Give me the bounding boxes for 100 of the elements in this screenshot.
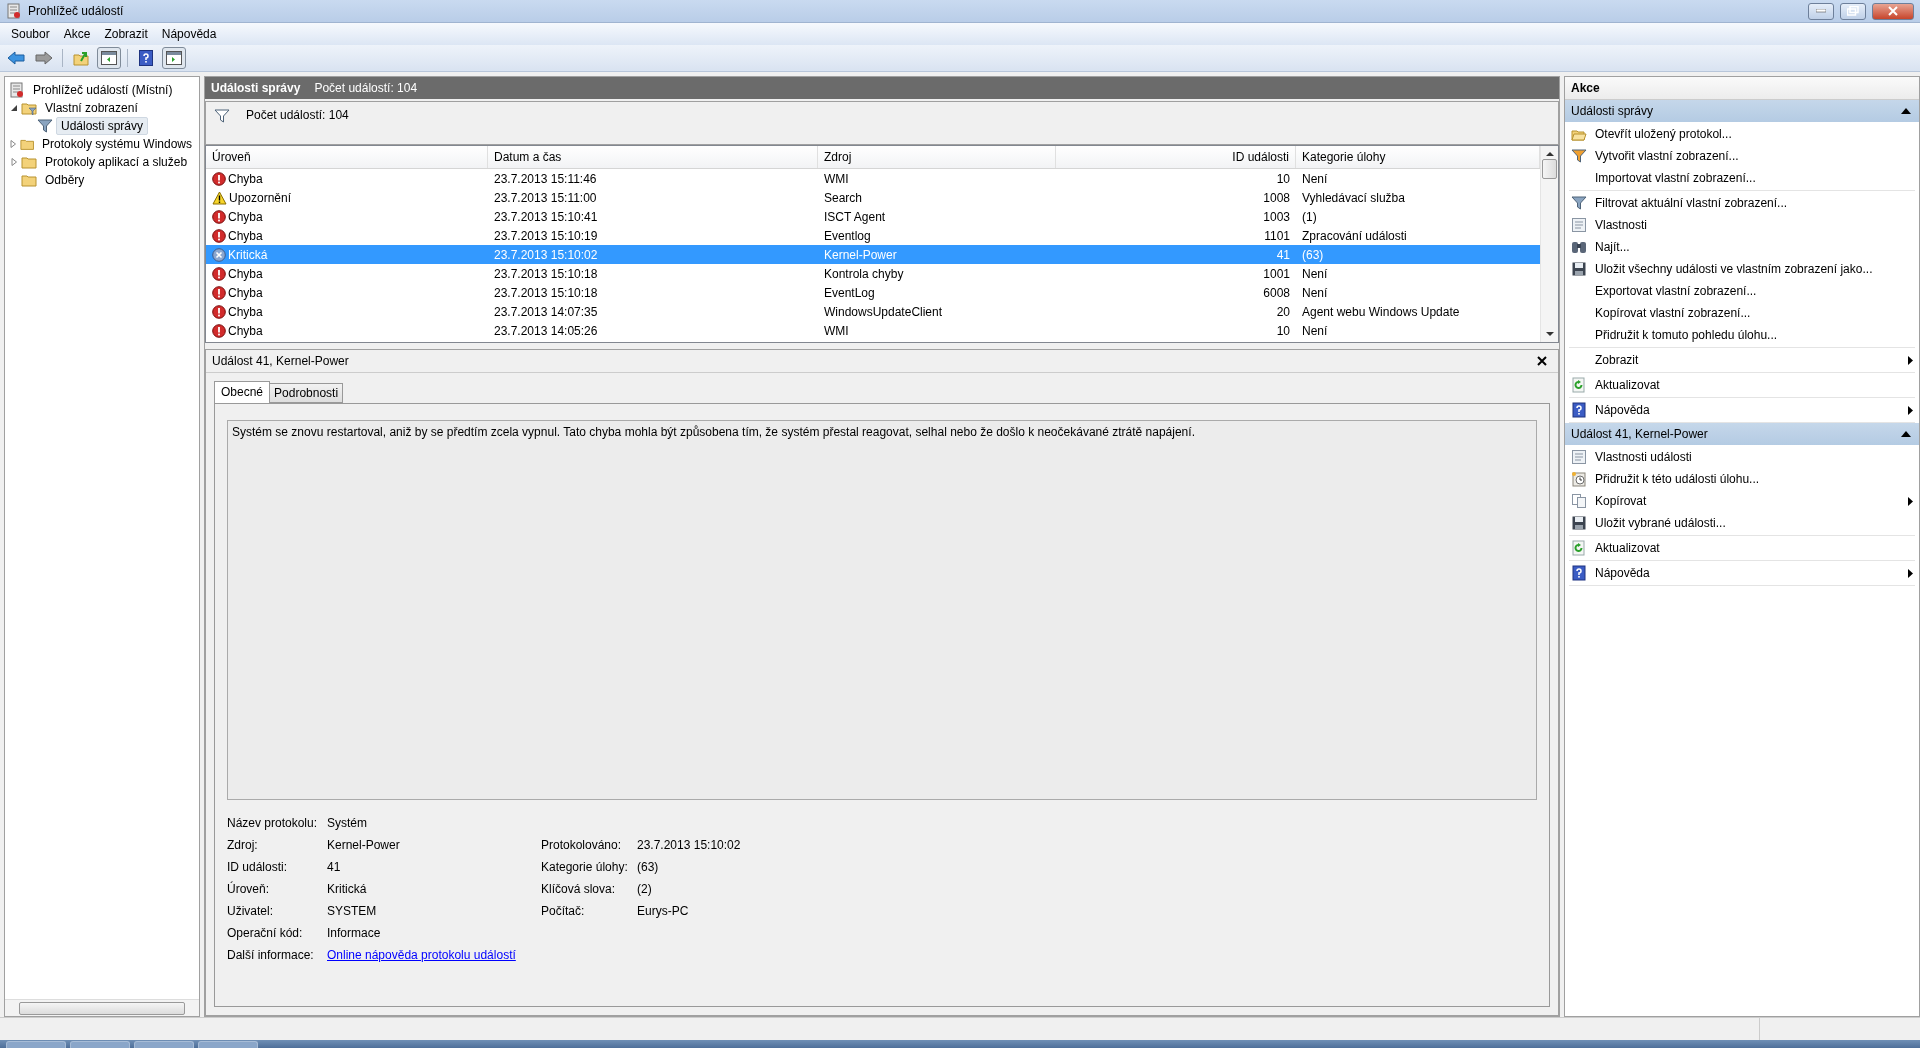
level-cell: Chyba <box>206 228 488 243</box>
property-value: Systém <box>327 816 368 830</box>
property-value: Kernel-Power <box>327 838 401 852</box>
event-row[interactable]: Chyba 23.7.2013 15:10:41 ISCT Agent 1003 (1) <box>206 207 1540 226</box>
action-item[interactable]: Vytvořit vlastní zobrazení... <box>1569 145 1915 167</box>
event-row[interactable]: Chyba 23.7.2013 14:05:26 WMI 10 Není <box>206 321 1540 340</box>
error-icon <box>212 323 226 338</box>
action-item[interactable]: Kopírovat <box>1569 490 1915 512</box>
scroll-thumb[interactable] <box>19 1001 185 1015</box>
action-item[interactable]: Vlastnosti události <box>1569 446 1915 468</box>
help-link[interactable]: Online nápověda protokolu událostí <box>327 948 516 962</box>
event-row[interactable]: Chyba 23.7.2013 15:10:18 EventLog 6008 Není <box>206 283 1540 302</box>
collapse-arrow-icon[interactable] <box>10 104 18 112</box>
tree-item[interactable]: Vlastní zobrazení <box>40 99 143 117</box>
column-header[interactable]: Zdroj <box>818 146 1056 168</box>
tree-item[interactable]: Protokoly aplikací a služeb <box>40 153 193 171</box>
section-header[interactable]: Události správy <box>1565 100 1919 122</box>
action-item[interactable]: Zobrazit <box>1569 349 1915 371</box>
event-row[interactable]: Chyba 23.7.2013 15:10:18 Kontrola chyby 1001 Není <box>206 264 1540 283</box>
tree-item[interactable]: Prohlížeč událostí (Místní) <box>28 81 178 99</box>
action-item[interactable]: Vlastnosti <box>1569 214 1915 236</box>
collapse-arrow-icon[interactable] <box>1901 431 1911 437</box>
menu-item[interactable]: Nápověda <box>154 27 224 41</box>
category-cell-text: Zpracování události <box>1301 228 1408 243</box>
property-label: Protokolováno: <box>541 838 623 852</box>
window-title: Prohlížeč událostí <box>28 4 125 18</box>
help-icon <box>1571 402 1587 418</box>
column-header[interactable]: Datum a čas <box>488 146 818 168</box>
tree-item[interactable]: Odběry <box>40 171 90 189</box>
category-cell-text: Není <box>1301 171 1329 186</box>
action-item[interactable]: Exportovat vlastní zobrazení... <box>1569 280 1915 302</box>
action-item[interactable]: Přidružit k této události úlohu... <box>1569 468 1915 490</box>
date-cell-text: 23.7.2013 15:10:18 <box>493 266 599 281</box>
section-header[interactable]: Událost 41, Kernel-Power <box>1565 423 1919 445</box>
action-item[interactable]: Otevřít uložený protokol... <box>1569 123 1915 145</box>
action-item[interactable]: Nápověda <box>1569 562 1915 584</box>
action-item[interactable]: Uložit všechny události ve vlastním zobrazení jako... <box>1569 258 1915 280</box>
properties-icon <box>1571 217 1587 233</box>
minimize-button[interactable] <box>1808 2 1834 20</box>
menu-item[interactable]: Akce <box>56 27 98 41</box>
filter-count: Počet událostí: 104 <box>246 108 349 122</box>
folder-icon <box>21 154 37 170</box>
details-tab[interactable]: Obecné <box>214 381 271 403</box>
property-label: Uživatel: <box>227 904 274 918</box>
scroll-up-icon[interactable] <box>1545 151 1554 157</box>
horizontal-scrollbar[interactable] <box>5 999 199 1016</box>
critical-icon <box>212 247 226 262</box>
folder-icon <box>21 172 37 188</box>
id-cell-text: 20 <box>1275 304 1291 319</box>
collapse-arrow-icon[interactable] <box>1901 108 1911 114</box>
close-button[interactable] <box>1872 2 1914 20</box>
column-header[interactable]: Úroveň <box>206 146 488 168</box>
category-cell-text: (1) <box>1301 209 1318 224</box>
property-value: Eurys-PC <box>637 904 690 918</box>
date-cell-text: 23.7.2013 15:10:41 <box>493 209 599 224</box>
tree-item[interactable]: Protokoly systému Windows <box>36 135 197 153</box>
source-cell-text: EventLog <box>823 285 876 300</box>
date-cell-text: 23.7.2013 14:07:35 <box>493 304 599 319</box>
event-row[interactable]: Chyba 23.7.2013 15:11:46 WMI 10 Není <box>206 169 1540 188</box>
category-cell-text: (63) <box>1301 247 1325 262</box>
action-item[interactable]: Kopírovat vlastní zobrazení... <box>1569 302 1915 324</box>
menu-item[interactable]: Zobrazit <box>97 27 155 41</box>
id-cell-text: 6008 <box>1262 285 1291 300</box>
action-item[interactable]: Nápověda <box>1569 399 1915 421</box>
action-item[interactable]: Aktualizovat <box>1569 537 1915 559</box>
event-row[interactable]: Upozornění 23.7.2013 15:11:00 Search 1008 Vyhledávací služba <box>206 188 1540 207</box>
action-item[interactable]: Aktualizovat <box>1569 374 1915 396</box>
action-item[interactable]: Přidružit k tomuto pohledu úlohu... <box>1569 324 1915 346</box>
tree-item[interactable]: Události správy <box>56 117 149 135</box>
source-cell-text: Search <box>823 190 864 205</box>
clock-icon <box>1571 471 1587 487</box>
scroll-down-icon[interactable] <box>1545 331 1554 337</box>
column-header[interactable]: ID události <box>1056 146 1296 168</box>
expand-arrow-icon[interactable] <box>9 140 18 148</box>
action-pane-button[interactable] <box>162 47 186 69</box>
event-row[interactable]: Chyba 23.7.2013 14:07:35 WindowsUpdateClient 20 Agent webu Windows Update <box>206 302 1540 321</box>
action-item[interactable]: Filtrovat aktuální vlastní zobrazení... <box>1569 192 1915 214</box>
minimize-icon <box>1816 9 1826 13</box>
scroll-thumb[interactable] <box>1542 159 1557 179</box>
date-cell-text: 23.7.2013 15:10:19 <box>493 228 599 243</box>
menu-item[interactable]: Soubor <box>4 27 57 41</box>
error-icon <box>212 228 226 243</box>
warning-icon <box>212 190 227 205</box>
property-value: Informace <box>327 926 382 940</box>
event-row[interactable]: Chyba 23.7.2013 15:10:19 Eventlog 1101 Zpracování události <box>206 226 1540 245</box>
show-pane-button[interactable] <box>97 47 121 69</box>
date-cell-text: 23.7.2013 14:05:26 <box>493 323 599 338</box>
close-icon <box>1888 6 1898 16</box>
details-tab[interactable]: Podrobnosti <box>269 383 344 403</box>
action-item[interactable]: Najít... <box>1569 236 1915 258</box>
action-item[interactable]: Importovat vlastní zobrazení... <box>1569 167 1915 189</box>
id-cell-text: 1001 <box>1262 266 1291 281</box>
vertical-scrollbar[interactable] <box>1540 146 1558 342</box>
error-icon <box>212 266 226 281</box>
property-value: (2) <box>637 882 653 896</box>
expand-arrow-icon[interactable] <box>10 158 18 166</box>
level-cell: Chyba <box>206 285 488 300</box>
date-cell-text: 23.7.2013 15:10:02 <box>493 247 599 262</box>
restore-button[interactable] <box>1840 2 1866 20</box>
action-item[interactable]: Uložit vybrané události... <box>1569 512 1915 534</box>
